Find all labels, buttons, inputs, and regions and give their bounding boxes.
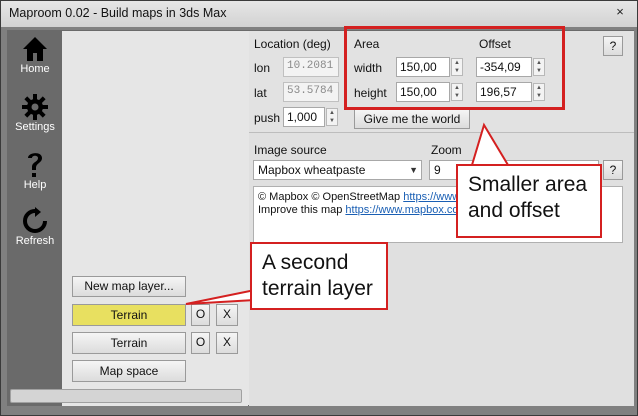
terrain-callout-pointer	[185, 289, 256, 305]
terrain-layer-callout: A second terrain layer	[250, 242, 388, 310]
area-callout-pointer	[471, 122, 509, 166]
area-offset-callout: Smaller area and offset	[456, 164, 602, 238]
